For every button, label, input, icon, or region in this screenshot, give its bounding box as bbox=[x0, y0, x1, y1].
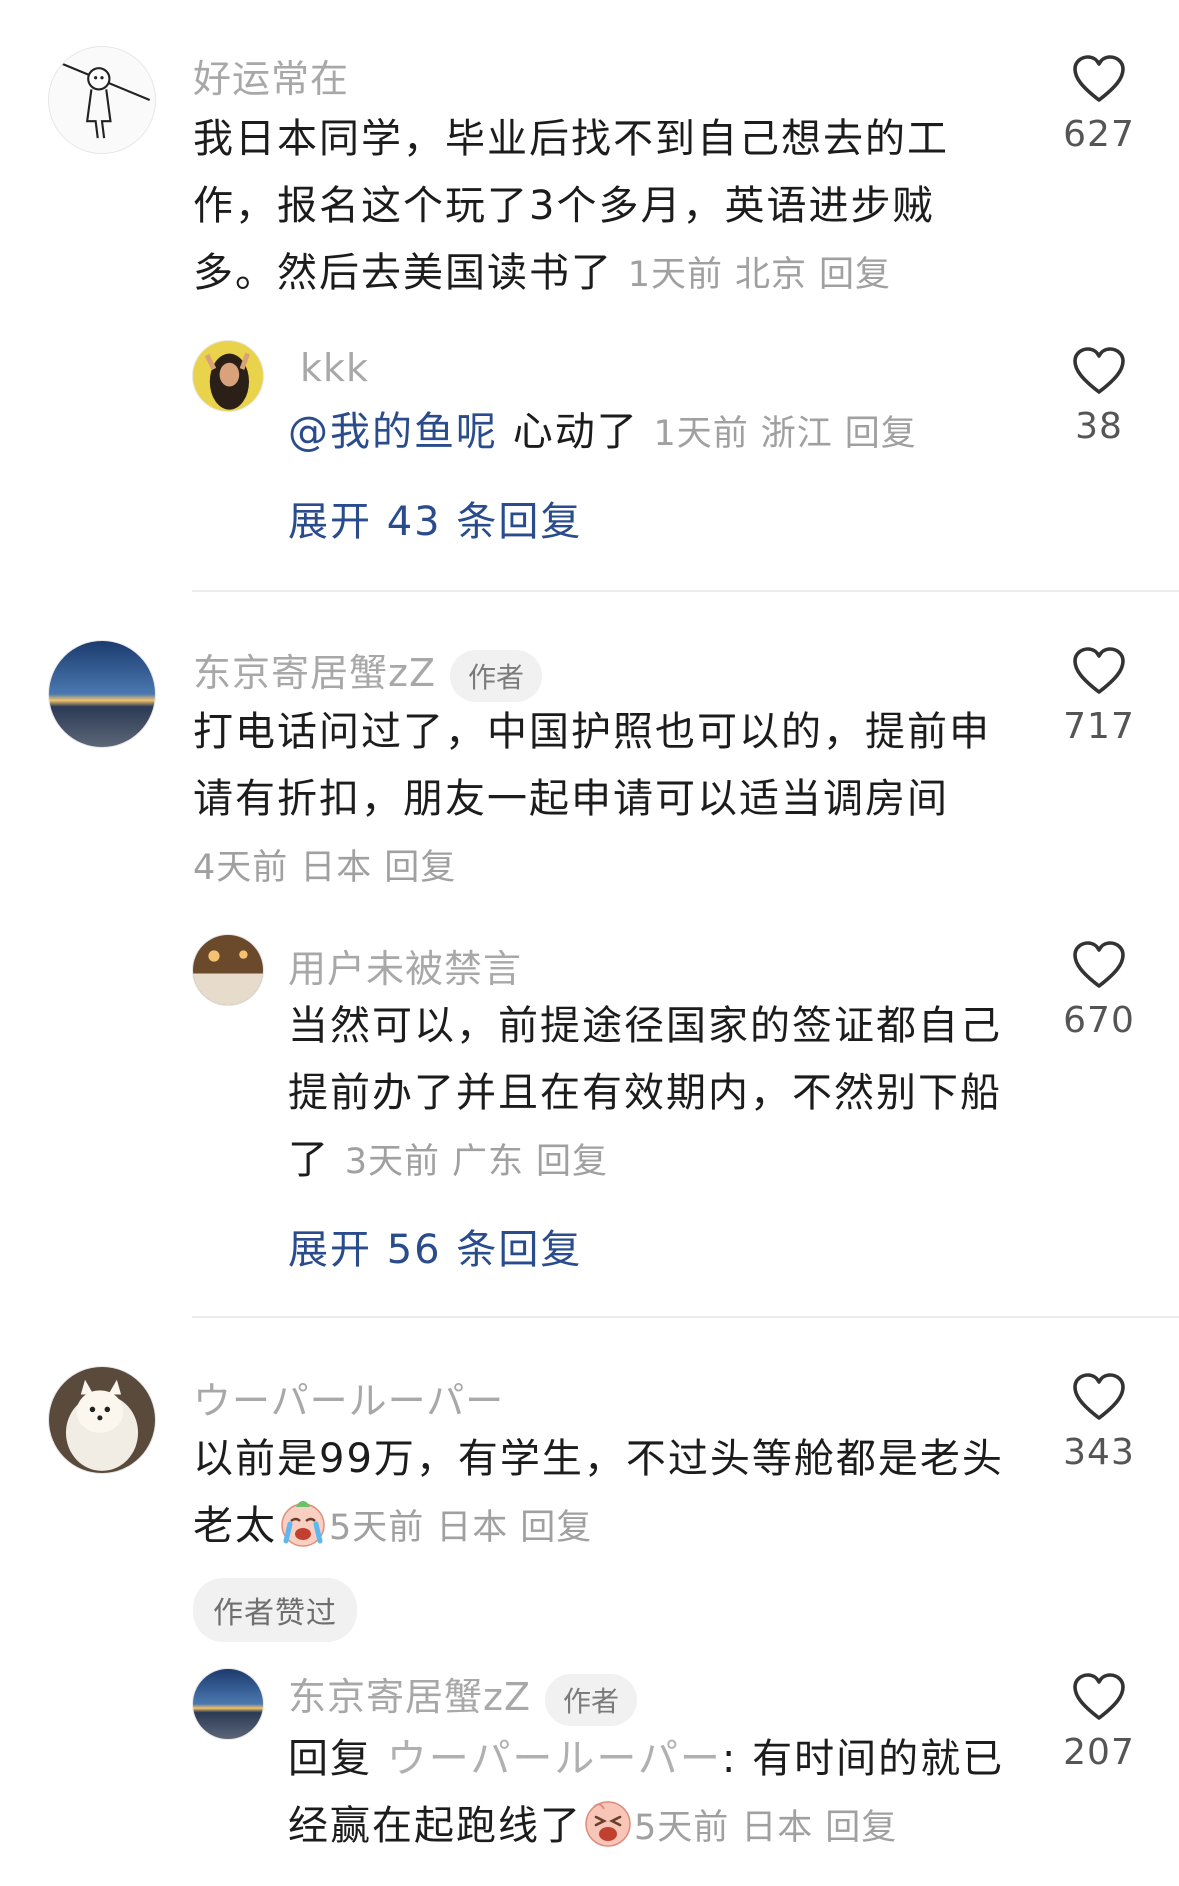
reply-button[interactable]: 回复 bbox=[825, 1808, 897, 1848]
reply-button[interactable]: 回复 bbox=[384, 848, 456, 888]
comment-time: 5天前 bbox=[634, 1808, 730, 1848]
like-count: 207 bbox=[1063, 1732, 1135, 1773]
comment-location: 日本 bbox=[300, 848, 373, 888]
expand-replies-button[interactable]: 展开 43 条回复 bbox=[288, 489, 582, 547]
username[interactable]: 东京寄居蟹zZ bbox=[193, 651, 436, 695]
avatar[interactable] bbox=[48, 640, 156, 748]
like-button[interactable]: 207 bbox=[1044, 1672, 1154, 1773]
comment-text: 以前是99万，有学生，不过头等舱都是老头老太 5天前 日本 回复 bbox=[193, 1426, 1023, 1562]
comment-body: 心动了 bbox=[498, 409, 639, 455]
like-button[interactable]: 343 bbox=[1044, 1372, 1154, 1473]
comment-text: 打电话问过了，中国护照也可以的，提前申请有折扣，朋友一起申请可以适当调房间 4天前… bbox=[193, 699, 1023, 902]
comment-body: 打电话问过了，中国护照也可以的，提前申请有折扣，朋友一起申请可以适当调房间 bbox=[193, 709, 991, 822]
comment-text: 回复 ウーパールーパー: 有时间的就已经赢在起跑线了 5天前 日本 回复 bbox=[288, 1726, 1028, 1862]
crying-face-emoji bbox=[277, 1497, 329, 1549]
avatar[interactable] bbox=[192, 340, 264, 412]
comment-meta: 1天前 浙江 回复 bbox=[653, 414, 928, 454]
heart-outline-icon bbox=[1073, 1673, 1125, 1720]
comment-time: 3天前 bbox=[344, 1142, 440, 1182]
comment-meta: 5天前 日本 回复 bbox=[329, 1508, 604, 1548]
comment-meta: 4天前 日本 回复 bbox=[193, 848, 468, 888]
like-button[interactable]: 38 bbox=[1044, 346, 1154, 447]
reply-prefix: 回复 bbox=[288, 1736, 387, 1782]
comment-text: @我的鱼呢 心动了 1天前 浙江 回复 bbox=[288, 399, 1028, 468]
like-count: 717 bbox=[1063, 706, 1135, 747]
username-row: 东京寄居蟹zZ 作者 bbox=[193, 642, 542, 702]
comment-meta: 5天前 日本 回复 bbox=[634, 1808, 909, 1848]
comment-text: 我日本同学，毕业后找不到自己想去的工作，报名这个玩了3个多月，英语进步贼多。然后… bbox=[193, 106, 993, 309]
heart-outline-icon bbox=[1073, 1373, 1125, 1420]
reply-button[interactable]: 回复 bbox=[845, 414, 917, 454]
username[interactable]: 好运常在 bbox=[193, 48, 349, 103]
avatar[interactable] bbox=[48, 1366, 156, 1474]
comment-meta: 3天前 广东 回复 bbox=[345, 1142, 620, 1182]
comment-text: 当然可以，前提途径国家的签证都自己提前办了并且在有效期内，不然别下船了 3天前广… bbox=[288, 993, 1028, 1196]
comment-location: 浙江 bbox=[760, 414, 833, 454]
avatar[interactable] bbox=[48, 46, 156, 154]
divider bbox=[192, 590, 1179, 592]
reply-target-user[interactable]: ウーパールーパー bbox=[387, 1736, 722, 1782]
reply-button[interactable]: 回复 bbox=[536, 1142, 608, 1182]
mention-link[interactable]: @我的鱼呢 bbox=[288, 409, 498, 455]
username[interactable]: 用户未被禁言 bbox=[288, 938, 522, 993]
heart-outline-icon bbox=[1073, 347, 1125, 394]
username[interactable]: ウーパールーパー bbox=[193, 1370, 504, 1425]
author-badge: 作者 bbox=[544, 1673, 637, 1726]
comment-time: 1天前 bbox=[627, 255, 723, 295]
comment-time: 5天前 bbox=[329, 1508, 425, 1548]
author-liked-tag: 作者赞过 bbox=[193, 1578, 357, 1642]
comment-location: 北京 bbox=[735, 255, 808, 295]
comment-location: 日本 bbox=[741, 1808, 814, 1848]
reply-button[interactable]: 回复 bbox=[520, 1508, 592, 1548]
like-count: 343 bbox=[1063, 1432, 1135, 1473]
heart-outline-icon bbox=[1073, 55, 1125, 102]
expand-replies-button[interactable]: 展开 56 条回复 bbox=[288, 1217, 582, 1275]
comment-time: 1天前 bbox=[653, 414, 749, 454]
comment-meta: 1天前 北京 回复 bbox=[628, 255, 903, 295]
like-button[interactable]: 717 bbox=[1044, 646, 1154, 747]
reply-button[interactable]: 回复 bbox=[819, 255, 891, 295]
heart-outline-icon bbox=[1073, 647, 1125, 694]
like-button[interactable]: 670 bbox=[1044, 940, 1154, 1041]
username-row: 东京寄居蟹zZ 作者 bbox=[288, 1666, 637, 1726]
like-count: 670 bbox=[1063, 1000, 1135, 1041]
comment-location: 广东 bbox=[452, 1142, 525, 1182]
author-badge: 作者 bbox=[449, 649, 542, 702]
divider bbox=[192, 1316, 1179, 1318]
username[interactable]: kkk bbox=[300, 346, 369, 390]
avatar[interactable] bbox=[192, 934, 264, 1006]
like-button[interactable]: 627 bbox=[1044, 54, 1154, 155]
like-count: 38 bbox=[1075, 406, 1123, 447]
avatar[interactable] bbox=[192, 1668, 264, 1740]
comment-location: 日本 bbox=[436, 1508, 509, 1548]
reply-colon: : bbox=[721, 1736, 753, 1782]
comment-time: 4天前 bbox=[193, 848, 289, 888]
weary-face-emoji bbox=[582, 1797, 634, 1849]
username[interactable]: 东京寄居蟹zZ bbox=[288, 1675, 531, 1719]
like-count: 627 bbox=[1063, 114, 1135, 155]
heart-outline-icon bbox=[1073, 941, 1125, 988]
